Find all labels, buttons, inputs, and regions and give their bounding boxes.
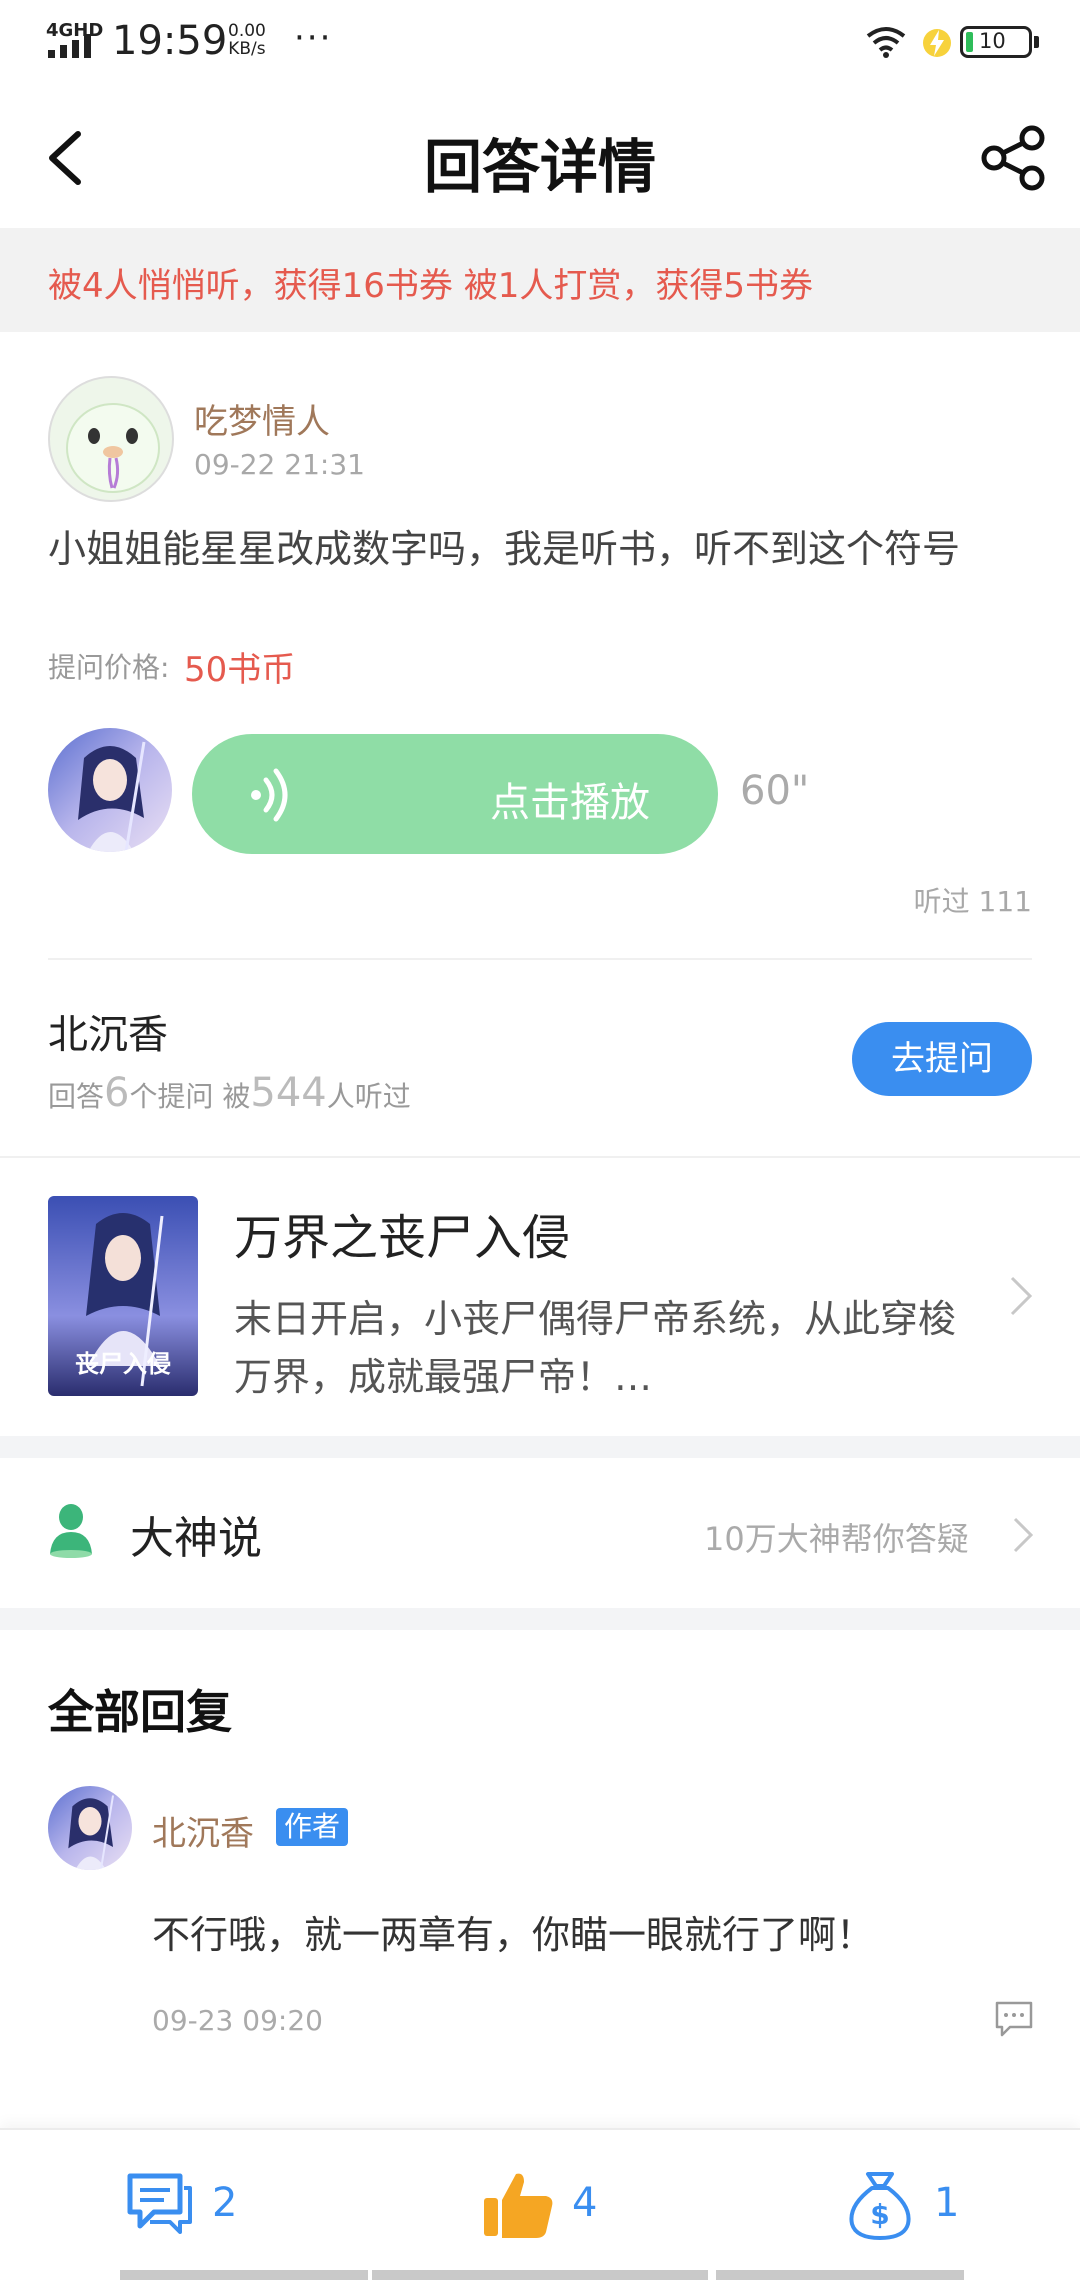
top-app-bar: 回答详情 xyxy=(0,90,1080,228)
author-badge: 作者 xyxy=(276,1808,349,1846)
net-speed-value: 0.00 xyxy=(228,21,266,41)
battery-icon: 10 xyxy=(960,26,1032,58)
section-gap xyxy=(0,1608,1080,1630)
wifi-icon xyxy=(866,27,906,58)
stats-prefix: 回答 xyxy=(48,1080,105,1113)
comment-icon[interactable] xyxy=(994,2000,1034,2038)
svg-text:$: $ xyxy=(870,2198,889,2231)
reply-avatar-image xyxy=(48,1786,132,1870)
chevron-right-icon xyxy=(1010,1276,1033,1316)
nav-indicator xyxy=(716,2270,964,2280)
reply-text: 不行哦，就一两章有，你瞄一眼就行了啊！ xyxy=(152,1913,875,1957)
play-audio-label: 点击播放 xyxy=(490,780,650,826)
dashen-subtitle: 10万大神帮你答疑 xyxy=(704,1520,969,1558)
like-count: 4 xyxy=(572,2180,598,2226)
money-bag-icon: $ xyxy=(849,2172,911,2240)
audio-duration: 60" xyxy=(740,768,810,814)
total-listen-count: 544 xyxy=(250,1070,327,1116)
answerer-stats: 回答6个提问 被544人听过 xyxy=(48,1070,411,1116)
reply-author-name[interactable]: 北沉香 xyxy=(152,1806,254,1855)
share-icon[interactable] xyxy=(980,124,1048,192)
status-bar: 4GHD 19:59 0.00 KB/s ··· 10 xyxy=(0,0,1080,90)
reply-avatar[interactable] xyxy=(48,1786,132,1870)
divider xyxy=(48,958,1032,960)
earnings-notice: 被4人悄悄听，获得16书券 被1人打赏，获得5书券 xyxy=(0,228,1080,332)
ask-question-button[interactable]: 去提问 xyxy=(852,1022,1032,1096)
clock: 19:59 xyxy=(112,18,228,64)
reply-time: 09-23 09:20 xyxy=(152,2004,323,2037)
nav-indicator xyxy=(120,2270,368,2280)
battery-level: 10 xyxy=(979,29,1006,53)
stats-mid: 个提问 被 xyxy=(129,1080,251,1113)
book-title: 万界之丧尸入侵 xyxy=(234,1210,571,1266)
earnings-notice-text: 被4人悄悄听，获得16书券 被1人打赏，获得5书券 xyxy=(48,266,813,306)
book-description: 末日开启，小丧尸偶得尸帝系统，从此穿梭万界，成就最强尸帝！… xyxy=(234,1297,957,1399)
divider xyxy=(0,1156,1080,1158)
bottom-action-bar: 2 4 $ 1 xyxy=(0,2128,1080,2280)
answerer-avatar-image xyxy=(48,728,172,852)
section-gap xyxy=(0,1436,1080,1458)
asker-avatar-image xyxy=(66,403,160,493)
book-cover-title: 丧尸入侵 xyxy=(75,1350,171,1378)
answerer-avatar[interactable] xyxy=(48,728,172,852)
chevron-right-icon xyxy=(1013,1517,1034,1553)
charging-icon xyxy=(923,29,951,57)
asker-avatar[interactable] xyxy=(48,376,174,502)
signal-icon xyxy=(48,34,91,58)
listen-count: 听过 111 xyxy=(913,885,1032,918)
book-cover[interactable]: 丧尸入侵 xyxy=(48,1196,198,1396)
net-speed-unit: KB/s xyxy=(228,39,266,59)
answerer-name[interactable]: 北沉香 xyxy=(48,1002,168,1060)
nav-indicator xyxy=(372,2270,708,2280)
play-audio-button[interactable]: 点击播放 xyxy=(192,734,718,854)
comment-count: 2 xyxy=(212,2180,238,2226)
comment-icon xyxy=(127,2173,192,2234)
asker-name[interactable]: 吃梦情人 xyxy=(194,394,330,443)
book-cover-image: 丧尸入侵 xyxy=(48,1196,198,1396)
dashen-title: 大神说 xyxy=(130,1513,262,1564)
thumbs-up-icon xyxy=(484,2173,553,2238)
price-label: 提问价格: xyxy=(48,651,170,684)
question-time: 09-22 21:31 xyxy=(194,448,365,481)
stats-suffix: 人听过 xyxy=(326,1080,411,1113)
person-icon xyxy=(50,1504,92,1558)
page-title: 回答详情 xyxy=(423,133,656,201)
reward-count: 1 xyxy=(934,2180,960,2226)
more-notifications-icon: ··· xyxy=(294,18,333,58)
sound-wave-icon xyxy=(251,768,288,822)
net-speed: 0.00 KB/s xyxy=(228,22,266,58)
price-value: 50书币 xyxy=(184,650,296,690)
answer-count: 6 xyxy=(104,1070,130,1116)
question-text: 小姐姐能星星改成数字吗，我是听书，听不到这个符号 xyxy=(48,527,961,571)
all-replies-title: 全部回复 xyxy=(48,1685,232,1739)
